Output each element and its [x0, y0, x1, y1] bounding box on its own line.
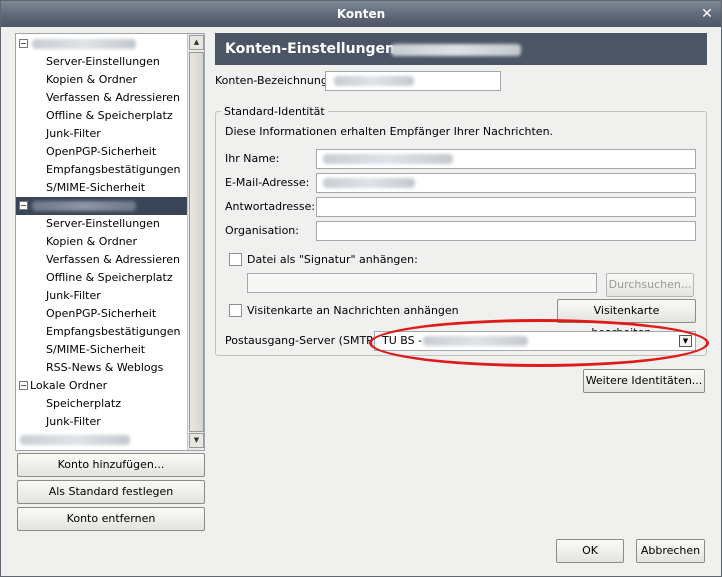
reply-to-label: Antwortadresse: — [225, 200, 316, 213]
tree-item[interactable]: Empfangsbestätigungen — [16, 161, 188, 179]
scroll-thumb[interactable] — [189, 52, 204, 432]
cancel-label: Abbrechen — [640, 544, 701, 557]
tree-item-label: Junk-Filter — [46, 127, 101, 140]
ok-button[interactable]: OK — [556, 539, 624, 563]
tree-item[interactable]: Offline & Speicherplatz — [16, 107, 188, 125]
tree-item[interactable]: RSS-News & Weblogs — [16, 359, 188, 377]
tree-item-label: Server-Einstellungen — [46, 217, 160, 230]
scroll-down-button[interactable]: ▼ — [189, 433, 204, 448]
panel-header: Konten-Einstellungen - — [215, 33, 707, 65]
tree-item-label: Offline & Speicherplatz — [46, 109, 173, 122]
organization-label: Organisation: — [225, 224, 299, 237]
tree-item-label: Kopien & Ordner — [46, 235, 137, 248]
tree-item-label: Junk-Filter — [46, 289, 101, 302]
collapse-icon[interactable]: − — [19, 39, 28, 48]
redacted-value — [323, 178, 415, 188]
account-tree[interactable]: − Server-Einstellungen Kopien & Ordner Verf… — [15, 33, 205, 451]
vcard-label: Visitenkarte an Nachrichten anhängen — [247, 304, 459, 317]
signature-checkbox[interactable] — [229, 253, 242, 266]
tree-item[interactable]: S/MIME-Sicherheit — [16, 179, 188, 197]
tree-item[interactable]: Server-Einstellungen — [16, 215, 188, 233]
redacted-account-name — [32, 39, 136, 49]
email-input[interactable] — [316, 173, 696, 193]
account-tree-list: − Server-Einstellungen Kopien & Ordner Verf… — [16, 34, 188, 450]
add-account-button[interactable]: Konto hinzufügen... — [17, 453, 205, 477]
tree-item[interactable]: OpenPGP-Sicherheit — [16, 305, 188, 323]
account-name-label: Konten-Bezeichnung: — [215, 74, 332, 87]
redacted-value — [334, 76, 414, 86]
browse-button[interactable]: Durchsuchen... — [606, 273, 694, 297]
tree-item-label: OpenPGP-Sicherheit — [46, 145, 157, 158]
tree-scrollbar[interactable]: ▲ ▼ — [187, 34, 204, 450]
tree-item-label: S/MIME-Sicherheit — [46, 343, 146, 356]
tree-item[interactable]: Verfassen & Adressieren — [16, 251, 188, 269]
tree-item[interactable]: − Lokale Ordner — [16, 377, 188, 395]
remove-account-label: Konto entfernen — [66, 512, 156, 525]
tree-item-label: Lokale Ordner — [30, 379, 108, 392]
account-name-input[interactable] — [325, 71, 501, 91]
tree-item[interactable]: Verfassen & Adressieren — [16, 89, 188, 107]
tree-item[interactable]: Kopien & Ordner — [16, 71, 188, 89]
tree-item[interactable]: − — [16, 35, 188, 53]
identity-info: Diese Informationen erhalten Empfänger I… — [225, 125, 554, 138]
tree-item-label: Verfassen & Adressieren — [46, 91, 181, 104]
tree-item[interactable] — [16, 431, 188, 449]
set-default-button[interactable]: Als Standard festlegen — [17, 480, 205, 504]
tree-item[interactable]: OpenPGP-Sicherheit — [16, 143, 188, 161]
red-highlight-ellipse — [369, 319, 709, 367]
signature-label: Datei als "Signatur" anhängen: — [247, 253, 418, 266]
tree-item[interactable]: Speicherplatz — [16, 395, 188, 413]
identity-legend: Standard-Identität — [221, 105, 328, 119]
window-title: Konten — [336, 7, 386, 21]
redacted-account-name — [32, 201, 136, 211]
remove-account-button[interactable]: Konto entfernen — [17, 507, 205, 531]
close-icon[interactable]: ✕ — [699, 6, 715, 22]
collapse-icon[interactable]: − — [19, 381, 28, 390]
tree-item[interactable]: S/MIME-Sicherheit — [16, 341, 188, 359]
tree-item-label: OpenPGP-Sicherheit — [46, 307, 157, 320]
cancel-button[interactable]: Abbrechen — [636, 539, 705, 563]
name-label: Ihr Name: — [225, 152, 280, 165]
tree-item-label: Verfassen & Adressieren — [46, 253, 181, 266]
more-identities-label: Weitere Identitäten... — [585, 374, 703, 387]
smtp-label: Postausgang-Server (SMTP): — [225, 334, 381, 347]
tree-item-label: RSS-News & Weblogs — [46, 361, 164, 374]
redacted-account-name — [391, 44, 521, 56]
ok-label: OK — [582, 544, 598, 557]
redacted-account-name — [20, 435, 130, 445]
tree-item[interactable]: Empfangsbestätigungen — [16, 323, 188, 341]
panel-header-title: Konten-Einstellungen - — [225, 41, 406, 57]
name-input[interactable] — [316, 149, 696, 169]
accounts-dialog: Konten ✕ − Server-Einstellungen Kopien & O… — [0, 0, 722, 577]
tree-item-label: Empfangsbestätigungen — [46, 325, 181, 338]
more-identities-button[interactable]: Weitere Identitäten... — [583, 369, 705, 393]
tree-item[interactable]: Junk-Filter — [16, 287, 188, 305]
collapse-icon[interactable]: − — [19, 201, 28, 210]
title-bar: Konten ✕ — [1, 1, 721, 27]
tree-item[interactable]: − — [16, 197, 188, 215]
tree-item[interactable]: Junk-Filter — [16, 125, 188, 143]
tree-item[interactable]: Kopien & Ordner — [16, 233, 188, 251]
reply-to-input[interactable] — [316, 197, 696, 217]
tree-item-label: Speicherplatz — [46, 397, 121, 410]
tree-item-label: S/MIME-Sicherheit — [46, 181, 146, 194]
signature-file-input[interactable] — [247, 273, 597, 293]
tree-item-label: Kopien & Ordner — [46, 73, 137, 86]
set-default-label: Als Standard festlegen — [48, 485, 174, 498]
tree-item-label: Junk-Filter — [46, 415, 101, 428]
redacted-value — [323, 154, 453, 164]
tree-item[interactable]: Junk-Filter — [16, 413, 188, 431]
vcard-checkbox[interactable] — [229, 304, 242, 317]
email-label: E-Mail-Adresse: — [225, 176, 310, 189]
tree-item-label: Offline & Speicherplatz — [46, 271, 173, 284]
add-account-label: Konto hinzufügen... — [57, 458, 165, 471]
tree-item[interactable]: Server-Einstellungen — [16, 53, 188, 71]
scroll-up-button[interactable]: ▲ — [189, 35, 204, 50]
tree-item[interactable]: Offline & Speicherplatz — [16, 269, 188, 287]
tree-item-label: Empfangsbestätigungen — [46, 163, 181, 176]
tree-item-label: Server-Einstellungen — [46, 55, 160, 68]
browse-label: Durchsuchen... — [608, 278, 692, 291]
organization-input[interactable] — [316, 221, 696, 241]
